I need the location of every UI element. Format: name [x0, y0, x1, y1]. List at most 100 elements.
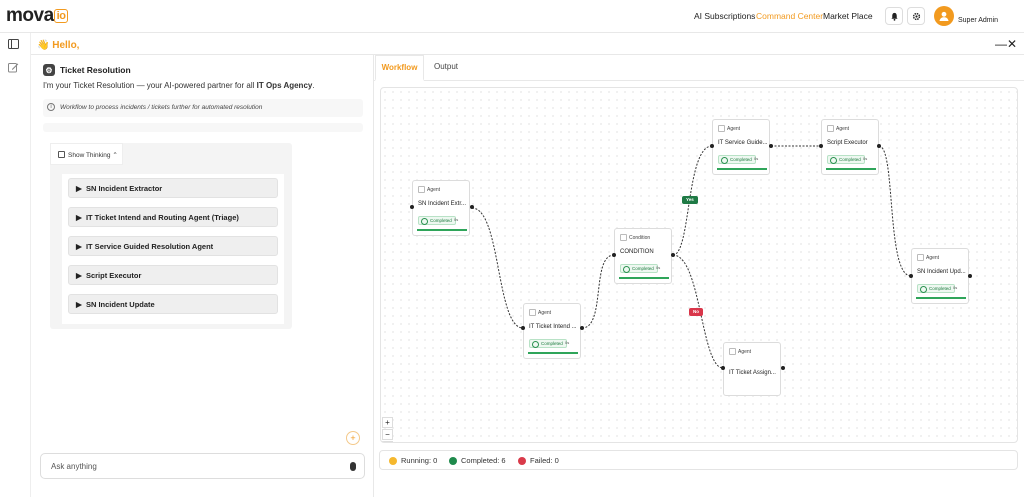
- app-logo[interactable]: mova io: [6, 5, 69, 27]
- node-port[interactable]: [410, 205, 414, 209]
- intro-bold: IT Ops Agency: [256, 81, 313, 90]
- edge-label-yes: Yes: [682, 196, 698, 204]
- greeting-text: 👋 Hello,: [37, 40, 80, 51]
- show-thinking-button[interactable]: Show Thinking ⌃: [50, 143, 123, 165]
- node-port[interactable]: [580, 326, 584, 330]
- left-rail: [0, 33, 31, 497]
- legend-running-label: Running: 0: [401, 456, 438, 465]
- minimize-button[interactable]: —: [995, 37, 1007, 51]
- agent-intro: I'm your Ticket Resolution — your AI-pow…: [43, 81, 315, 90]
- chevron-up-icon: ⌃: [112, 152, 118, 159]
- agent-icon: [729, 348, 736, 355]
- node-type: Agent: [917, 254, 939, 261]
- status-legend: Running: 0 Completed: 6 Failed: 0: [379, 450, 1018, 470]
- status-badge: Completed: [418, 216, 456, 225]
- node-type-label: Condition: [629, 234, 651, 241]
- node-type-label: Agent: [738, 348, 752, 355]
- node-type: Agent: [718, 125, 740, 132]
- edge-triage-to-condition: [581, 254, 615, 329]
- node-port[interactable]: [769, 144, 773, 148]
- node-type: Agent: [827, 125, 849, 132]
- user-avatar-icon[interactable]: [934, 6, 954, 26]
- progress-bar: [826, 168, 876, 170]
- progress-bar: [417, 229, 467, 231]
- workflow-node[interactable]: Agent IT Ticket Intend ... Completed 0s: [523, 303, 581, 359]
- nav-ai-subscriptions[interactable]: AI Subscriptions: [694, 11, 755, 21]
- gear-icon[interactable]: [907, 7, 925, 25]
- legend-completed-label: Completed: 6: [461, 456, 506, 465]
- node-type: Agent: [529, 309, 551, 316]
- thinking-steps: ▶ SN Incident Extractor ▶ IT Ticket Inte…: [62, 174, 284, 324]
- step-item[interactable]: ▶ IT Service Guided Resolution Agent: [68, 236, 278, 256]
- show-thinking-label: Show Thinking: [68, 152, 111, 159]
- step-item[interactable]: ▶ SN Incident Extractor: [68, 178, 278, 198]
- legend-failed: Failed: 0: [518, 456, 559, 465]
- edge-label-no: No: [689, 308, 703, 316]
- node-port[interactable]: [781, 366, 785, 370]
- node-port[interactable]: [877, 144, 881, 148]
- node-port[interactable]: [710, 144, 714, 148]
- tab-output[interactable]: Output: [426, 55, 466, 81]
- legend-completed: Completed: 6: [449, 456, 506, 465]
- node-type-label: Agent: [926, 254, 940, 261]
- step-item[interactable]: ▶ Script Executor: [68, 265, 278, 285]
- status-badge: Completed: [529, 339, 567, 348]
- workflow-node[interactable]: Agent Script Executor Completed 0s: [821, 119, 879, 175]
- node-type: Agent: [729, 348, 751, 355]
- fit-view-button[interactable]: [382, 441, 393, 442]
- step-item[interactable]: ▶ SN Incident Update: [68, 294, 278, 314]
- tab-workflow[interactable]: Workflow: [375, 55, 424, 81]
- node-port[interactable]: [819, 144, 823, 148]
- node-port[interactable]: [968, 274, 972, 278]
- step-label: SN Incident Update: [85, 300, 155, 309]
- node-port[interactable]: [721, 366, 725, 370]
- status-badge: Completed: [917, 284, 955, 293]
- step-label: IT Ticket Intend and Routing Agent (Tria…: [85, 213, 239, 222]
- edge-extractor-to-triage: [471, 207, 524, 329]
- workflow-node[interactable]: Agent IT Ticket Assign...: [723, 342, 781, 396]
- node-port[interactable]: [612, 253, 616, 257]
- chat-input[interactable]: Ask anything: [40, 453, 365, 479]
- add-icon[interactable]: +: [346, 431, 360, 445]
- node-duration: 0s: [565, 340, 570, 345]
- legend-failed-label: Failed: 0: [530, 456, 559, 465]
- status-badge: Completed: [620, 264, 658, 273]
- node-port[interactable]: [671, 253, 675, 257]
- intro-text: I'm your Ticket Resolution — your AI-pow…: [43, 81, 257, 90]
- bell-icon[interactable]: [885, 7, 903, 25]
- microphone-icon[interactable]: [350, 462, 356, 471]
- node-port[interactable]: [909, 274, 913, 278]
- node-duration: 0s: [863, 156, 868, 161]
- node-title: SN Incident Upd...: [917, 269, 966, 275]
- nav-market-place[interactable]: Market Place: [823, 11, 873, 21]
- edit-icon[interactable]: [8, 62, 21, 73]
- zoom-in-button[interactable]: +: [382, 417, 393, 428]
- note-text: Workflow to process incidents / tickets …: [60, 104, 263, 111]
- step-item[interactable]: ▶ IT Ticket Intend and Routing Agent (Tr…: [68, 207, 278, 227]
- agent-icon: [529, 309, 536, 316]
- agent-icon: [917, 254, 924, 261]
- condition-node[interactable]: Condition CONDITION Completed 0s: [614, 228, 672, 284]
- legend-running: Running: 0: [389, 456, 437, 465]
- workflow-node[interactable]: Agent SN Incident Upd... Completed 0s: [911, 248, 969, 304]
- nav-command-center[interactable]: Command Center: [756, 11, 823, 21]
- edge-script-to-update: [878, 145, 912, 277]
- workflow-canvas[interactable]: Agent SN Incident Extr... Completed 0s A…: [380, 87, 1018, 443]
- node-port[interactable]: [470, 205, 474, 209]
- user-name[interactable]: Super Admin: [958, 17, 998, 24]
- node-port[interactable]: [521, 326, 525, 330]
- workflow-node[interactable]: Agent IT Service Guide... Completed 0s: [712, 119, 770, 175]
- agent-title: Ticket Resolution: [60, 65, 131, 75]
- zoom-out-button[interactable]: −: [382, 429, 393, 440]
- progress-bar: [619, 277, 669, 279]
- message-placeholder-bar: [43, 123, 363, 132]
- condition-icon: [620, 234, 627, 241]
- completed-dot: [449, 456, 457, 465]
- workflow-node[interactable]: Agent SN Incident Extr... Completed 0s: [412, 180, 470, 236]
- close-button[interactable]: ✕: [1007, 37, 1017, 51]
- node-duration: 0s: [454, 217, 459, 222]
- sidebar-toggle-icon[interactable]: [8, 39, 21, 50]
- running-dot: [389, 456, 397, 465]
- step-label: SN Incident Extractor: [85, 184, 163, 193]
- top-bar: mova io AI Subscriptions Command Center M…: [0, 0, 1024, 33]
